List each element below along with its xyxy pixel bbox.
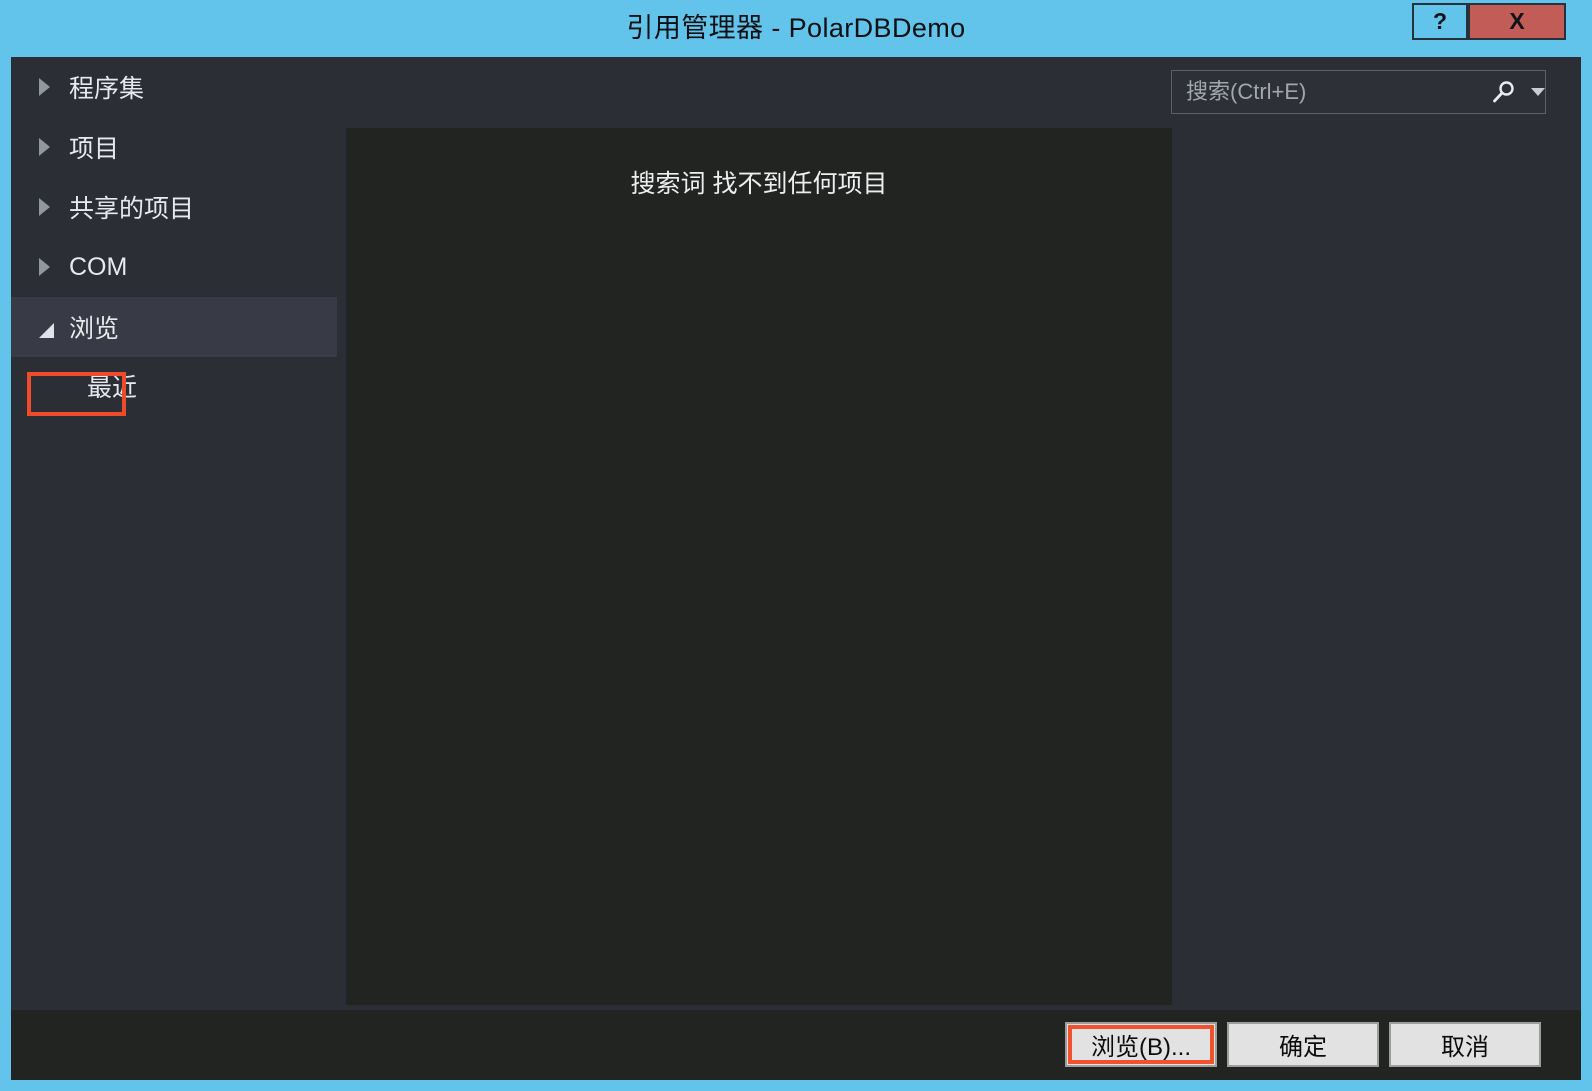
results-list[interactable]: 搜索词 找不到任何项目: [346, 128, 1172, 1005]
sidebar-item-shared-projects[interactable]: 共享的项目: [11, 177, 337, 237]
triangle-shape: [39, 198, 50, 216]
sidebar-item-label: 共享的项目: [69, 195, 195, 223]
triangle-shape: [39, 322, 54, 338]
sidebar-item-browse[interactable]: 浏览: [11, 297, 337, 357]
triangle-shape: [39, 138, 50, 156]
chevron-down-icon[interactable]: [39, 320, 63, 338]
empty-results-message: 搜索词 找不到任何项目: [630, 170, 888, 198]
sidebar-item-assemblies[interactable]: 程序集: [11, 57, 337, 117]
window-title: 引用管理器 - PolarDBDemo: [626, 13, 966, 43]
sidebar-item-label: 浏览: [69, 315, 120, 343]
help-icon: ?: [1432, 8, 1448, 34]
dialog-footer: 浏览(B)... 确定 取消: [11, 1010, 1581, 1080]
close-button[interactable]: X: [1468, 3, 1566, 40]
sidebar-item-label: 程序集: [69, 75, 145, 103]
close-icon: X: [1509, 8, 1525, 34]
chevron-right-icon[interactable]: [39, 78, 63, 96]
dialog-client-area: 程序集 项目 共享的项目 COM: [11, 57, 1581, 1080]
chevron-right-icon[interactable]: [39, 138, 63, 156]
browse-button[interactable]: 浏览(B)...: [1065, 1022, 1217, 1067]
help-button[interactable]: ?: [1412, 3, 1468, 40]
triangle-shape: [39, 258, 50, 276]
chevron-down-icon[interactable]: [1524, 88, 1552, 96]
search-icon[interactable]: [1484, 79, 1524, 105]
ok-button[interactable]: 确定: [1227, 1022, 1379, 1067]
search-box[interactable]: [1171, 70, 1546, 114]
reference-manager-dialog: 引用管理器 - PolarDBDemo ? X 搜索(Ctrl+E) 程序集 项…: [0, 0, 1592, 1091]
chevron-right-icon[interactable]: [39, 258, 63, 276]
sidebar-item-label: COM: [69, 252, 128, 281]
sidebar-item-recent[interactable]: 最近: [11, 357, 337, 415]
category-tree: 程序集 项目 共享的项目 COM 浏览 最近: [11, 57, 337, 1080]
triangle-shape: [39, 78, 50, 96]
caret-shape: [1531, 88, 1545, 96]
sidebar-item-label: 项目: [69, 135, 120, 163]
search-input[interactable]: [1172, 71, 1484, 113]
sidebar-item-label: 最近: [87, 374, 138, 402]
sidebar-item-com[interactable]: COM: [11, 237, 337, 297]
cancel-button[interactable]: 取消: [1389, 1022, 1541, 1067]
chevron-right-icon[interactable]: [39, 198, 63, 216]
sidebar-item-projects[interactable]: 项目: [11, 117, 337, 177]
title-bar[interactable]: 引用管理器 - PolarDBDemo ? X: [0, 0, 1592, 57]
